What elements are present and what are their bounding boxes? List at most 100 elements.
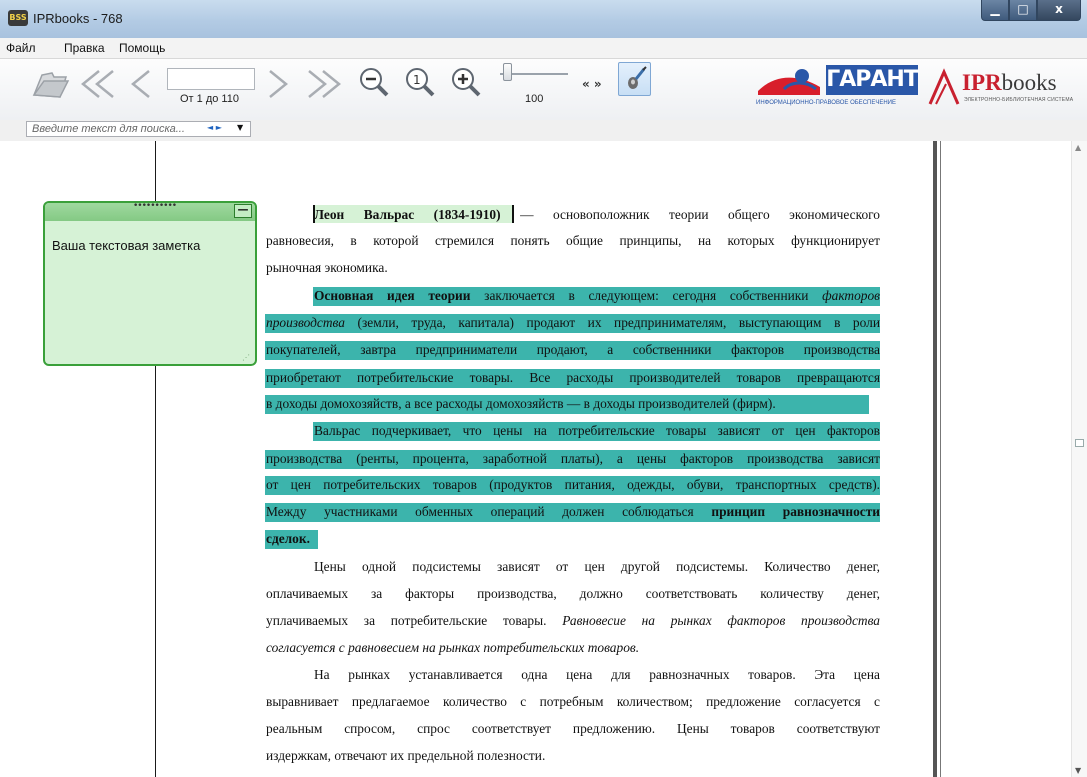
garant-wordmark: ГАРАНТ [826, 65, 919, 95]
scroll-thumb[interactable] [1075, 439, 1084, 447]
text-line: На рынках устанавливается одна цена для … [314, 665, 880, 685]
note-drag-grip[interactable]: •••••••••• [133, 201, 177, 211]
text-segment: Равновесие на рынках факторов производст… [562, 613, 880, 628]
text-segment: реальным спросом, спрос соответствует пр… [266, 721, 880, 736]
add-note-button[interactable] [618, 62, 651, 96]
text-segment: в доходы домохозяйств, а все расходы дом… [266, 396, 776, 411]
search-bar: Введите текст для поиска... ◄ ► ▼ [0, 120, 1087, 140]
app-icon: BSS [8, 10, 28, 26]
text-segment: факторов [822, 288, 880, 303]
previous-page-icon [131, 70, 150, 98]
text-line: производства (ренты, процента, заработно… [266, 449, 880, 469]
zoom-in-button[interactable] [449, 65, 483, 99]
maximize-button[interactable]: □ [1009, 0, 1037, 21]
text-line: сделок. [266, 529, 880, 549]
text-segment: уплачиваемых за потребительские товары. [266, 613, 563, 628]
text-line: выравнивает предлагаемое количество с по… [266, 692, 880, 712]
text-segment: производства (ренты, процента, заработно… [266, 451, 880, 466]
text-segment: Основная идея теории [314, 288, 471, 303]
zoom-slider-thumb[interactable] [503, 63, 512, 81]
note-resize-grip[interactable]: ⋰ [242, 353, 250, 362]
open-button[interactable] [30, 67, 70, 101]
text-line: производства (земли, труда, капитала) пр… [266, 313, 880, 333]
text-segment: (земли, труда, капитала) продают их пред… [344, 315, 881, 330]
text-segment: приобретают потребительские товары. Все … [266, 370, 880, 385]
menu-help[interactable]: Помощь [119, 41, 165, 55]
collapse-toolbar-button[interactable]: « » [582, 77, 602, 91]
window-controls: ▁ □ x [981, 0, 1081, 21]
close-button[interactable]: x [1037, 0, 1081, 21]
scroll-up-arrow[interactable]: ▲ [1075, 143, 1081, 152]
first-page-button[interactable] [75, 67, 119, 101]
text-segment: заключается в следующем: сегодня собстве… [470, 288, 823, 303]
menu-edit[interactable]: Правка [64, 41, 105, 55]
page-number-input[interactable] [167, 68, 255, 90]
iprbooks-chevron-icon [928, 68, 960, 105]
last-page-icon [308, 70, 341, 98]
search-prev-next-arrows[interactable]: ◄ ► [207, 123, 222, 132]
text-line: равновесия, в которой стремился понять о… [266, 231, 880, 251]
last-page-button[interactable] [303, 67, 347, 101]
window-title: IPRbooks - 768 [33, 11, 123, 26]
text-segment: покупателей, завтра предприниматели прод… [266, 342, 880, 357]
text-segment: Цены одной подсистемы зависят от цен дру… [314, 559, 880, 574]
text-line: Цены одной подсистемы зависят от цен дру… [314, 557, 880, 577]
zoom-value-label: 100 [525, 93, 544, 105]
next-page-button[interactable] [262, 67, 292, 101]
zoom-actual-size-button[interactable]: 1 [403, 65, 437, 99]
folder-open-icon [32, 72, 70, 98]
text-line: издержкам, отвечают их предельной полезн… [266, 746, 880, 766]
text-segment: оплачиваемых за факторы производства, до… [266, 586, 880, 601]
note-pen-icon [628, 66, 647, 89]
text-segment: производства [266, 315, 345, 330]
text-segment: выравнивает предлагаемое количество с по… [266, 694, 880, 709]
text-line: от цен потребительских товаров (продукто… [266, 475, 880, 495]
page-right-edge-shadow [940, 141, 941, 777]
title-bar[interactable]: BSS IPRbooks - 768 ▁ □ x [0, 0, 1087, 39]
toolbar: От 1 до 110 1 100 « » ГАРАНТ ИНФОРМАЦИОН… [0, 58, 1087, 121]
page-range-label: От 1 до 110 [180, 93, 239, 105]
page-right-edge [933, 141, 937, 777]
scroll-down-arrow[interactable]: ▼ [1075, 766, 1081, 775]
text-line: уплачиваемых за потребительские товары. … [266, 611, 880, 631]
text-segment: Между участниками обменных операций долж… [266, 504, 712, 519]
text-segment: согласуется с равновесием на рынках потр… [266, 640, 640, 655]
vertical-scrollbar[interactable]: ▲ ▼ [1071, 141, 1087, 777]
text-line: оплачиваемых за факторы производства, до… [266, 584, 880, 604]
text-line: Леон Вальрас (1834-1910) — основоположни… [314, 205, 880, 225]
text-line: Вальрас подчеркивает, что цены на потреб… [314, 421, 880, 441]
previous-page-button[interactable] [125, 67, 155, 101]
text-line: Основная идея теории заключается в следу… [314, 286, 880, 306]
text-line: рыночная экономика. [266, 258, 880, 278]
note-minimize-button[interactable]: — [234, 204, 252, 218]
text-line: реальным спросом, спрос соответствует пр… [266, 719, 880, 739]
iprbooks-tagline: ЭЛЕКТРОННО-БИБЛИОТЕЧНАЯ СИСТЕМА [964, 97, 1074, 103]
text-segment: Леон Вальрас (1834-1910) [314, 207, 501, 222]
note-text[interactable]: Ваша текстовая заметка [52, 238, 200, 253]
minimize-button[interactable]: ▁ [981, 0, 1009, 21]
text-line: Между участниками обменных операций долж… [266, 502, 880, 522]
garant-tagline: ИНФОРМАЦИОННО-ПРАВОВОЕ ОБЕСПЕЧЕНИЕ [756, 100, 896, 106]
next-page-icon [269, 70, 288, 98]
books-part: books [1001, 70, 1057, 95]
text-segment: равновесия, в которой стремился понять о… [266, 233, 880, 248]
text-segment: рыночная экономика. [266, 260, 388, 275]
text-segment: сделок. [266, 531, 310, 546]
first-page-icon [81, 70, 114, 98]
text-segment: от цен потребительских товаров (продукто… [266, 477, 880, 492]
text-segment: Вальрас подчеркивает, что цены на потреб… [314, 423, 880, 438]
ipr-part: IPR [962, 70, 1002, 95]
search-input[interactable]: Введите текст для поиска... ◄ ► ▼ [26, 121, 251, 137]
note-header[interactable]: •••••••••• — [45, 201, 255, 221]
iprbooks-logo: IPRbooks ЭЛЕКТРОННО-БИБЛИОТЕЧНАЯ СИСТЕМА [926, 64, 1084, 112]
text-note[interactable]: •••••••••• — Ваша текстовая заметка ⋰ [43, 201, 257, 366]
text-segment: На рынках устанавливается одна цена для … [314, 667, 880, 682]
menu-file[interactable]: Файл [6, 41, 36, 55]
garant-emblem-icon [758, 69, 820, 95]
zoom-in-icon [452, 68, 481, 97]
menu-bar: Файл Правка Помощь [0, 38, 1087, 58]
zoom-actual-size-icon: 1 [406, 68, 435, 97]
zoom-out-button[interactable] [357, 65, 391, 99]
search-dropdown-arrow[interactable]: ▼ [237, 123, 243, 132]
search-placeholder: Введите текст для поиска... [32, 123, 185, 135]
